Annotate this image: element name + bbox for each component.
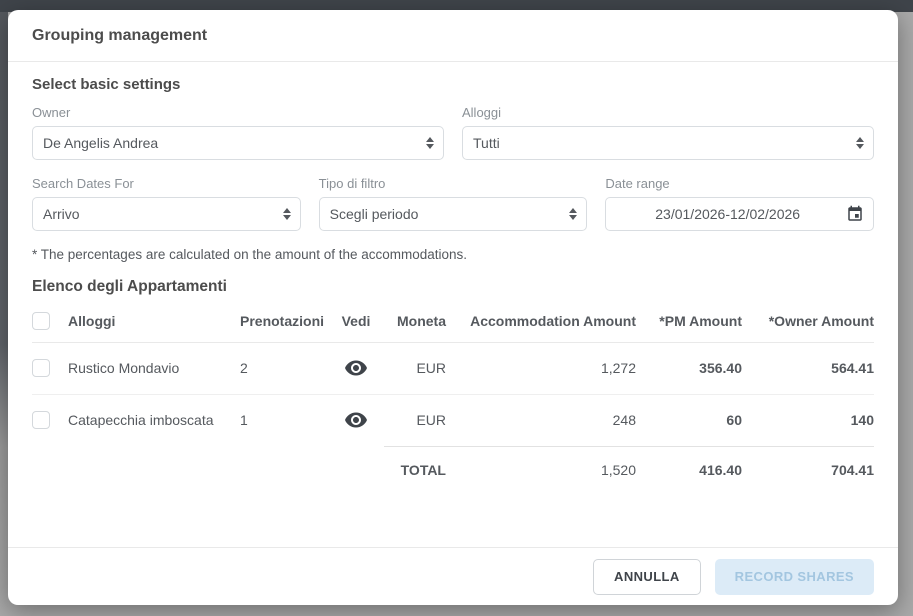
modal-footer: ANNULLA RECORD SHARES: [8, 547, 898, 605]
modal-body: Select basic settings Owner De Angelis A…: [8, 62, 898, 547]
cancel-button[interactable]: ANNULLA: [593, 559, 701, 595]
cell-owner-amount: 140: [742, 394, 874, 446]
cell-moneta: EUR: [384, 342, 446, 394]
alloggi-select[interactable]: Tutti: [462, 126, 874, 160]
cell-prenotazioni: 2: [240, 342, 328, 394]
owner-label: Owner: [32, 105, 444, 120]
row-checkbox[interactable]: [32, 359, 50, 377]
updown-spinner-icon: [569, 208, 577, 220]
eye-icon[interactable]: [344, 356, 368, 380]
table-total-row: TOTAL 1,520 416.40 704.41: [32, 446, 874, 494]
modal-header: Grouping management: [8, 10, 898, 62]
alloggi-label: Alloggi: [462, 105, 874, 120]
total-pm-amount: 416.40: [636, 446, 742, 494]
header-alloggi: Alloggi: [68, 300, 240, 342]
table-row: Catapecchia imboscata 1 EUR 248 60 140: [32, 394, 874, 446]
table-header-row: Alloggi Prenotazioni Vedi Moneta Accommo…: [32, 300, 874, 342]
table-row: Rustico Mondavio 2 EUR 1,272 356.40 564.…: [32, 342, 874, 394]
search-dates-for-field: Search Dates For Arrivo: [32, 176, 301, 231]
header-moneta: Moneta: [384, 300, 446, 342]
grouping-management-modal: Grouping management Select basic setting…: [8, 10, 898, 605]
owner-select[interactable]: De Angelis Andrea: [32, 126, 444, 160]
cell-pm-amount: 60: [636, 394, 742, 446]
cell-prenotazioni: 1: [240, 394, 328, 446]
tipo-di-filtro-select[interactable]: Scegli periodo: [319, 197, 588, 231]
calendar-icon: [846, 205, 864, 223]
modal-title: Grouping management: [32, 27, 207, 45]
apartments-heading: Elenco degli Appartamenti: [32, 278, 874, 296]
select-all-checkbox[interactable]: [32, 312, 50, 330]
total-accommodation-amount: 1,520: [446, 446, 636, 494]
owner-field: Owner De Angelis Andrea: [32, 105, 444, 160]
cell-pm-amount: 356.40: [636, 342, 742, 394]
updown-spinner-icon: [426, 137, 434, 149]
date-range-input[interactable]: 23/01/2026-12/02/2026: [605, 197, 874, 231]
percentages-note: * The percentages are calculated on the …: [32, 247, 874, 262]
tipo-di-filtro-select-value: Scegli periodo: [330, 206, 561, 222]
cell-accommodation-amount: 1,272: [446, 342, 636, 394]
updown-spinner-icon: [856, 137, 864, 149]
eye-icon[interactable]: [344, 408, 368, 432]
total-owner-amount: 704.41: [742, 446, 874, 494]
form-row-1: Owner De Angelis Andrea Alloggi Tutti: [32, 105, 874, 160]
header-vedi: Vedi: [328, 300, 384, 342]
search-dates-for-select[interactable]: Arrivo: [32, 197, 301, 231]
alloggi-select-value: Tutti: [473, 135, 847, 151]
owner-select-value: De Angelis Andrea: [43, 135, 417, 151]
cell-moneta: EUR: [384, 394, 446, 446]
cell-alloggi: Rustico Mondavio: [68, 342, 240, 394]
alloggi-field: Alloggi Tutti: [462, 105, 874, 160]
date-range-label: Date range: [605, 176, 874, 191]
tipo-di-filtro-label: Tipo di filtro: [319, 176, 588, 191]
header-prenotazioni: Prenotazioni: [240, 300, 328, 342]
cell-alloggi: Catapecchia imboscata: [68, 394, 240, 446]
total-label: TOTAL: [384, 446, 446, 494]
background-sidebar: [0, 12, 8, 616]
row-checkbox[interactable]: [32, 411, 50, 429]
header-accommodation-amount: Accommodation Amount: [446, 300, 636, 342]
record-shares-button[interactable]: RECORD SHARES: [715, 559, 874, 595]
search-dates-for-label: Search Dates For: [32, 176, 301, 191]
date-range-value: 23/01/2026-12/02/2026: [616, 206, 839, 222]
header-owner-amount: *Owner Amount: [742, 300, 874, 342]
header-pm-amount: *PM Amount: [636, 300, 742, 342]
cell-owner-amount: 564.41: [742, 342, 874, 394]
tipo-di-filtro-field: Tipo di filtro Scegli periodo: [319, 176, 588, 231]
updown-spinner-icon: [283, 208, 291, 220]
form-row-2: Search Dates For Arrivo Tipo di filtro S…: [32, 176, 874, 231]
basic-settings-heading: Select basic settings: [32, 76, 874, 93]
date-range-field: Date range 23/01/2026-12/02/2026: [605, 176, 874, 231]
search-dates-for-select-value: Arrivo: [43, 206, 274, 222]
cell-accommodation-amount: 248: [446, 394, 636, 446]
apartments-table: Alloggi Prenotazioni Vedi Moneta Accommo…: [32, 300, 874, 494]
